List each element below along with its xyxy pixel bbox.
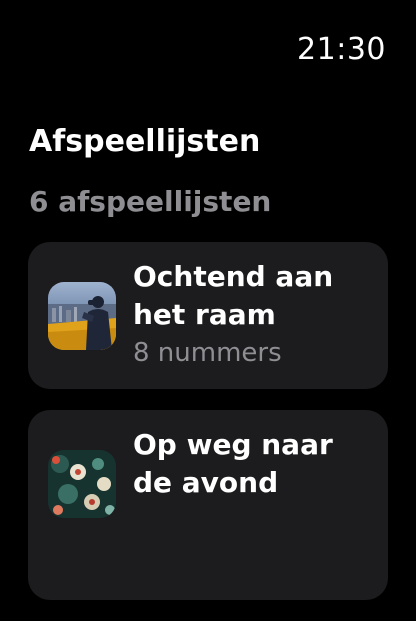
playlist-title: Op weg naar de avond — [133, 428, 333, 499]
status-time: 21:30 — [297, 32, 386, 67]
page-title: Afspeellijsten — [29, 124, 261, 159]
playlist-track-count: 8 nummers — [133, 338, 282, 368]
playlist-card-ochtend[interactable]: Ochtend aan het raam 8 nummers — [28, 242, 388, 389]
playlist-list: Ochtend aan het raam 8 nummers Op weg na… — [28, 242, 388, 621]
playlist-card-avond[interactable]: Op weg naar de avond — [28, 410, 388, 600]
playlist-count-subtitle: 6 afspeellijsten — [29, 185, 272, 218]
playlist-title: Ochtend aan het raam — [133, 260, 334, 331]
person-at-window-artwork — [48, 282, 116, 350]
abstract-floral-artwork — [48, 450, 116, 518]
